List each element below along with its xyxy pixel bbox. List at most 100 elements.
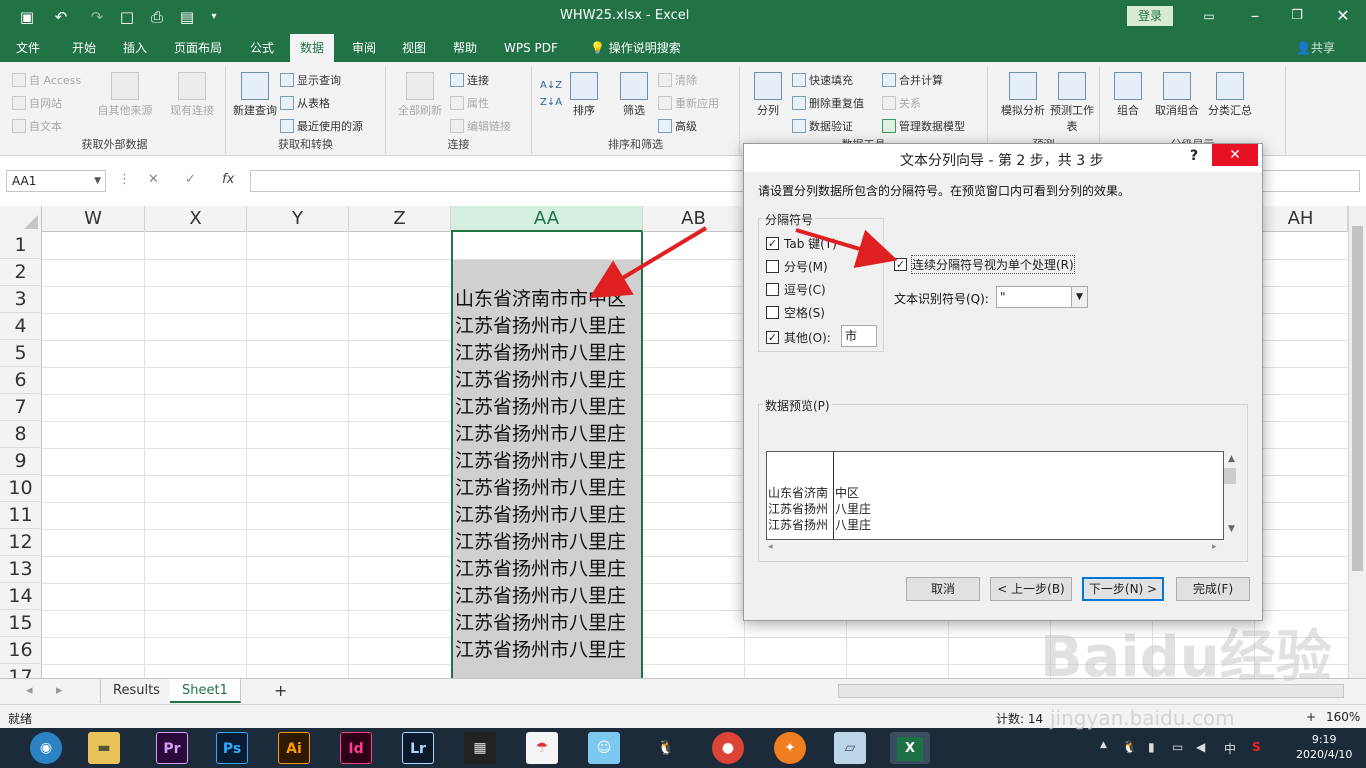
sort-asc-desc-buttons[interactable]: A↓Z Z↓A: [540, 80, 562, 108]
tab-view[interactable]: 视图: [392, 34, 436, 62]
group-button[interactable]: 组合: [1108, 72, 1148, 118]
row-header[interactable]: 16: [0, 637, 42, 664]
checkbox-box[interactable]: [766, 331, 779, 344]
consolidate-button[interactable]: 合并计算: [882, 72, 943, 88]
checkbox-box[interactable]: [766, 283, 779, 296]
tab-page-layout[interactable]: 页面布局: [164, 34, 232, 62]
from-other-sources-button[interactable]: 自其他来源: [92, 72, 158, 118]
new-query-button[interactable]: 新建查询: [232, 72, 278, 118]
column-header-z[interactable]: Z: [349, 206, 451, 232]
chevron-down-icon[interactable]: ▼: [94, 171, 101, 191]
restore-button[interactable]: ❐: [1284, 4, 1310, 28]
subtotal-button[interactable]: 分类汇总: [1204, 72, 1256, 118]
column-header-x[interactable]: X: [145, 206, 247, 232]
comma-checkbox[interactable]: 逗号(C): [766, 281, 826, 298]
print-preview-icon[interactable]: ⎙: [146, 6, 168, 28]
from-web-button[interactable]: 自网站: [12, 95, 62, 111]
name-box[interactable]: AA1 ▼: [6, 170, 106, 192]
row-header[interactable]: 6: [0, 367, 42, 394]
tab-checkbox[interactable]: Tab 键(T): [766, 235, 837, 252]
row-header[interactable]: 13: [0, 556, 42, 583]
login-button[interactable]: 登录: [1127, 6, 1173, 26]
other-checkbox[interactable]: 其他(O):: [766, 329, 831, 346]
properties-button[interactable]: 属性: [450, 95, 489, 111]
flash-fill-button[interactable]: 快速填充: [792, 72, 853, 88]
next-button[interactable]: 下一步(N) >: [1082, 577, 1164, 601]
video-editor-icon[interactable]: ▦: [464, 732, 496, 764]
column-header-ah[interactable]: AH: [1254, 206, 1348, 232]
row-header[interactable]: 15: [0, 610, 42, 637]
column-break-line[interactable]: [833, 452, 834, 539]
qq-icon[interactable]: 🐧: [650, 732, 682, 764]
recent-sources-button[interactable]: 最近使用的源: [280, 118, 363, 134]
undo-icon[interactable]: ↶: [50, 6, 72, 28]
row-header[interactable]: 5: [0, 340, 42, 367]
share-button[interactable]: 👤共享: [1296, 34, 1335, 62]
preview-scroll-up-icon[interactable]: ▲: [1228, 454, 1235, 464]
ungroup-button[interactable]: 取消组合: [1150, 72, 1204, 118]
redo-icon[interactable]: ↷: [86, 6, 108, 28]
sort-button[interactable]: 排序: [566, 72, 602, 118]
from-table-button[interactable]: 从表格: [280, 95, 330, 111]
notes-app-icon[interactable]: ▱: [834, 732, 866, 764]
row-header[interactable]: 11: [0, 502, 42, 529]
save-icon[interactable]: ▣: [16, 6, 38, 28]
consecutive-delimiters-checkbox[interactable]: 连续分隔符号视为单个处理(R): [894, 255, 1075, 274]
photoshop-icon[interactable]: Ps: [216, 732, 248, 764]
row-header[interactable]: 17: [0, 664, 42, 678]
tray-expand-icon[interactable]: ▲: [1100, 740, 1107, 750]
enter-icon[interactable]: ✓: [185, 172, 196, 187]
row-header[interactable]: 9: [0, 448, 42, 475]
column-header-aa[interactable]: AA: [451, 206, 643, 232]
row-header[interactable]: 8: [0, 421, 42, 448]
text-qualifier-select[interactable]: " ▼: [996, 286, 1088, 308]
row-header[interactable]: 1: [0, 232, 42, 259]
what-if-analysis-button[interactable]: 模拟分析: [996, 72, 1050, 118]
row-header[interactable]: 12: [0, 529, 42, 556]
tab-insert[interactable]: 插入: [113, 34, 157, 62]
scroll-tabs-left-icon[interactable]: ◂: [14, 679, 45, 703]
tab-wps-pdf[interactable]: WPS PDF: [494, 34, 568, 62]
scroll-tabs-right-icon[interactable]: ▸: [44, 679, 75, 703]
lightroom-icon[interactable]: Lr: [402, 732, 434, 764]
from-access-button[interactable]: 自 Access: [12, 72, 81, 88]
from-text-button[interactable]: 自文本: [12, 118, 62, 134]
clear-button[interactable]: 清除: [658, 72, 697, 88]
relationships-button[interactable]: 关系: [882, 95, 921, 111]
scrollbar-thumb[interactable]: [1352, 226, 1363, 571]
filter-button[interactable]: 筛选: [616, 72, 652, 118]
dialog-close-button[interactable]: ✕: [1212, 144, 1258, 166]
illustrator-icon[interactable]: Ai: [278, 732, 310, 764]
reapply-button[interactable]: 重新应用: [658, 95, 719, 111]
help-button[interactable]: ?: [1190, 148, 1198, 164]
sheet-tab-results[interactable]: Results: [100, 679, 173, 703]
advanced-filter-button[interactable]: 高级: [658, 118, 697, 134]
remove-duplicates-button[interactable]: 删除重复值: [792, 95, 864, 111]
insert-function-icon[interactable]: fx: [222, 172, 234, 187]
row-header[interactable]: 4: [0, 313, 42, 340]
chrome-icon[interactable]: ●: [712, 732, 744, 764]
data-preview-pane[interactable]: 山东省济南 中区 江苏省扬州 八里庄 江苏省扬州 八里庄: [766, 451, 1224, 540]
ribbon-display-icon[interactable]: ▭: [1196, 4, 1222, 28]
cancel-button[interactable]: 取消: [906, 577, 980, 601]
preview-scroll-down-icon[interactable]: ▼: [1228, 524, 1235, 534]
checkbox-box[interactable]: [894, 258, 907, 271]
checkbox-box[interactable]: [766, 237, 779, 250]
tab-formulas[interactable]: 公式: [240, 34, 284, 62]
fox-app-icon[interactable]: ✦: [774, 732, 806, 764]
browser-icon[interactable]: ◉: [30, 732, 62, 764]
edit-links-button[interactable]: 编辑链接: [450, 118, 511, 134]
qq-tray-icon[interactable]: 🐧: [1122, 740, 1137, 754]
column-header-y[interactable]: Y: [247, 206, 349, 232]
tab-home[interactable]: 开始: [62, 34, 106, 62]
form-icon[interactable]: ▤: [176, 6, 198, 28]
existing-connections-button[interactable]: 现有连接: [164, 72, 220, 118]
row-header[interactable]: 2: [0, 259, 42, 286]
text-to-columns-button[interactable]: 分列: [748, 72, 788, 118]
checkbox-box[interactable]: [766, 260, 779, 273]
indesign-icon[interactable]: Id: [340, 732, 372, 764]
refresh-all-button[interactable]: 全部刷新: [392, 72, 448, 118]
row-header[interactable]: 14: [0, 583, 42, 610]
network-icon[interactable]: ▭: [1172, 740, 1183, 754]
cat-app-icon[interactable]: ☺: [588, 732, 620, 764]
